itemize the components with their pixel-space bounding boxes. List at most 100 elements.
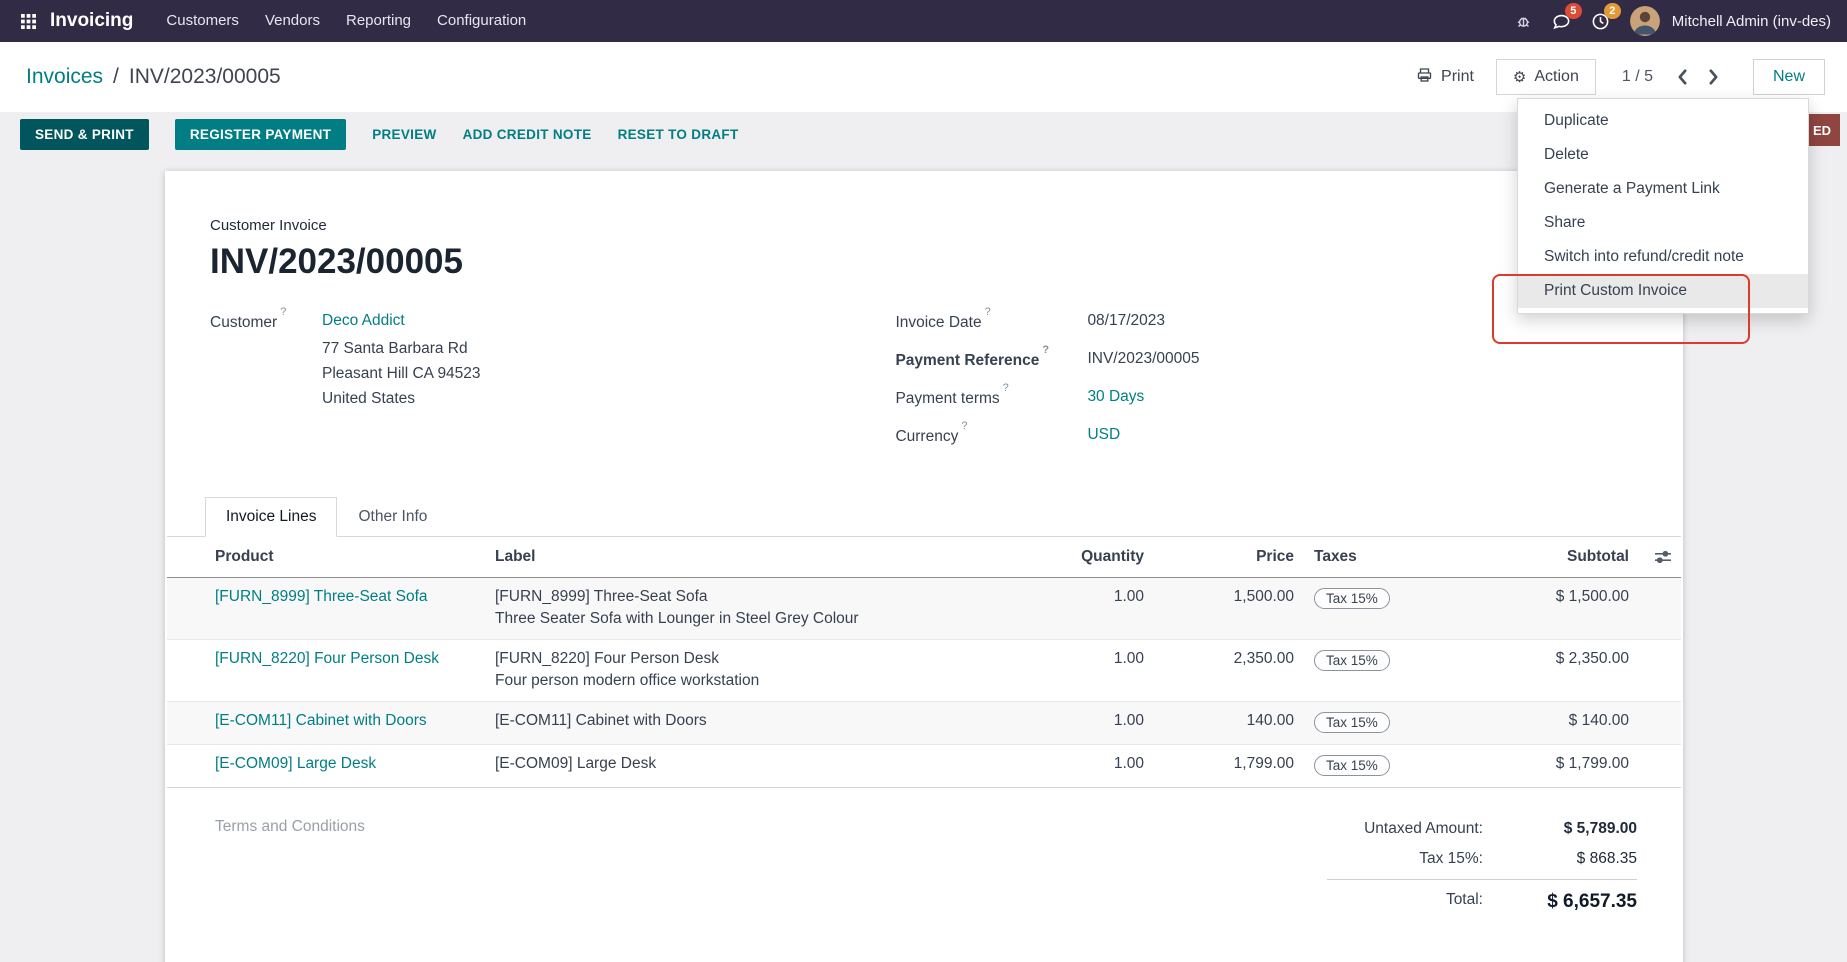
- untaxed-amount-value: $ 5,789.00: [1497, 820, 1637, 838]
- currency-value[interactable]: USD: [1087, 426, 1120, 446]
- chevron-left-icon[interactable]: [1675, 67, 1690, 87]
- menu-item-generate-payment-link[interactable]: Generate a Payment Link: [1518, 172, 1808, 206]
- terms-and-conditions-placeholder[interactable]: Terms and Conditions: [215, 814, 365, 919]
- totals-block: Untaxed Amount: $ 5,789.00 Tax 15%: $ 86…: [1327, 814, 1637, 919]
- header-product[interactable]: Product: [167, 537, 485, 578]
- print-button[interactable]: Print: [1416, 67, 1474, 88]
- user-avatar[interactable]: [1630, 6, 1660, 36]
- gear-icon: ⚙: [1513, 70, 1526, 85]
- total-row: Total: $ 6,657.35: [1327, 879, 1637, 919]
- tax-tag: Tax 15%: [1314, 755, 1390, 776]
- header-label[interactable]: Label: [485, 537, 1044, 578]
- line-description: Three Seater Sofa with Lounger in Steel …: [495, 610, 1034, 628]
- invoice-date-value: 08/17/2023: [1087, 312, 1165, 332]
- menu-item-switch-refund-credit-note[interactable]: Switch into refund/credit note: [1518, 240, 1808, 274]
- help-icon: ?: [985, 306, 991, 318]
- help-icon: ?: [1003, 382, 1009, 394]
- address-line: Pleasant Hill CA 94523: [322, 362, 481, 387]
- header-taxes[interactable]: Taxes: [1304, 537, 1454, 578]
- line-quantity: 1.00: [1044, 744, 1154, 787]
- app-title[interactable]: Invoicing: [50, 10, 133, 32]
- help-icon: ?: [961, 420, 967, 432]
- invoice-lines-table: Product Label Quantity Price Taxes Subto…: [167, 537, 1681, 788]
- product-link[interactable]: [E-COM09] Large Desk: [215, 755, 376, 772]
- nav-menu-customers[interactable]: Customers: [153, 0, 252, 42]
- nav-menu-vendors[interactable]: Vendors: [252, 0, 333, 42]
- status-badge-posted-fragment[interactable]: ED: [1804, 114, 1840, 146]
- payment-reference-row: Payment Reference? INV/2023/00005: [895, 350, 1638, 370]
- invoice-date-row: Invoice Date? 08/17/2023: [895, 312, 1638, 332]
- line-price: 140.00: [1154, 701, 1304, 744]
- menu-item-delete[interactable]: Delete: [1518, 138, 1808, 172]
- new-button[interactable]: New: [1753, 59, 1825, 95]
- action-button[interactable]: ⚙ Action: [1496, 59, 1596, 95]
- debug-bug-icon[interactable]: [1515, 13, 1532, 30]
- line-subtotal: $ 1,500.00: [1454, 577, 1639, 639]
- breadcrumb: Invoices / INV/2023/00005: [26, 65, 281, 89]
- address-line: 77 Santa Barbara Rd: [322, 337, 481, 362]
- tab-other-info[interactable]: Other Info: [337, 497, 448, 537]
- add-credit-note-button[interactable]: ADD CREDIT NOTE: [463, 127, 592, 142]
- activities-count-badge: 2: [1604, 3, 1621, 19]
- chevron-right-icon[interactable]: [1706, 67, 1721, 87]
- line-quantity: 1.00: [1044, 577, 1154, 639]
- tab-invoice-lines[interactable]: Invoice Lines: [205, 497, 337, 537]
- invoice-sheet: Customer Invoice INV/2023/00005 Customer…: [165, 171, 1683, 962]
- product-link[interactable]: [FURN_8220] Four Person Desk: [215, 650, 439, 667]
- payment-terms-row: Payment terms? 30 Days: [895, 388, 1638, 408]
- top-navbar: Invoicing Customers Vendors Reporting Co…: [0, 0, 1847, 42]
- notebook-tabs: Invoice Lines Other Info: [167, 497, 1681, 537]
- line-label: [FURN_8220] Four Person Desk: [495, 650, 1034, 668]
- activities-clock-icon[interactable]: 2: [1591, 12, 1610, 31]
- user-menu[interactable]: Mitchell Admin (inv-des): [1672, 13, 1831, 30]
- messages-count-badge: 5: [1565, 3, 1582, 19]
- line-description: Four person modern office workstation: [495, 672, 1034, 690]
- record-pager[interactable]: 1 / 5: [1622, 68, 1653, 86]
- tax-tag: Tax 15%: [1314, 650, 1390, 671]
- untaxed-amount-label: Untaxed Amount:: [1327, 820, 1497, 838]
- nav-menu-configuration[interactable]: Configuration: [424, 0, 539, 42]
- help-icon: ?: [280, 306, 286, 318]
- address-line: United States: [322, 387, 481, 412]
- product-link[interactable]: [E-COM11] Cabinet with Doors: [215, 712, 427, 729]
- line-subtotal: $ 2,350.00: [1454, 639, 1639, 701]
- tax-row: Tax 15%: $ 868.35: [1327, 844, 1637, 874]
- line-price: 2,350.00: [1154, 639, 1304, 701]
- header-price[interactable]: Price: [1154, 537, 1304, 578]
- preview-button[interactable]: PREVIEW: [372, 127, 436, 142]
- payment-terms-value[interactable]: 30 Days: [1087, 388, 1144, 408]
- customer-link[interactable]: Deco Addict: [322, 312, 405, 329]
- column-options-icon[interactable]: [1649, 550, 1671, 564]
- table-row[interactable]: [FURN_8220] Four Person Desk [FURN_8220]…: [167, 639, 1681, 701]
- menu-item-duplicate[interactable]: Duplicate: [1518, 104, 1808, 138]
- product-link[interactable]: [FURN_8999] Three-Seat Sofa: [215, 588, 428, 605]
- breadcrumb-current: INV/2023/00005: [129, 65, 281, 89]
- nav-menu-reporting[interactable]: Reporting: [333, 0, 424, 42]
- table-row[interactable]: [E-COM11] Cabinet with Doors [E-COM11] C…: [167, 701, 1681, 744]
- header-subtotal[interactable]: Subtotal: [1454, 537, 1639, 578]
- header-quantity[interactable]: Quantity: [1044, 537, 1154, 578]
- payment-reference-value: INV/2023/00005: [1087, 350, 1199, 370]
- send-print-button[interactable]: SEND & PRINT: [20, 119, 149, 150]
- messages-icon[interactable]: 5: [1552, 12, 1571, 31]
- breadcrumb-invoices-link[interactable]: Invoices: [26, 65, 103, 89]
- help-icon: ?: [1042, 344, 1049, 356]
- menu-item-share[interactable]: Share: [1518, 206, 1808, 240]
- line-subtotal: $ 140.00: [1454, 701, 1639, 744]
- total-value: $ 6,657.35: [1497, 891, 1637, 913]
- line-price: 1,500.00: [1154, 577, 1304, 639]
- table-row[interactable]: [E-COM09] Large Desk [E-COM09] Large Des…: [167, 744, 1681, 787]
- tax-value: $ 868.35: [1497, 850, 1637, 868]
- register-payment-button[interactable]: REGISTER PAYMENT: [175, 119, 346, 150]
- print-icon: [1416, 67, 1433, 88]
- tax-label: Tax 15%:: [1327, 850, 1497, 868]
- table-row[interactable]: [FURN_8999] Three-Seat Sofa [FURN_8999] …: [167, 577, 1681, 639]
- menu-item-print-custom-invoice[interactable]: Print Custom Invoice: [1518, 274, 1808, 308]
- apps-grid-icon[interactable]: [12, 5, 44, 37]
- payment-reference-label: Payment Reference?: [895, 350, 1087, 370]
- document-type-label: Customer Invoice: [210, 217, 1638, 234]
- reset-to-draft-button[interactable]: RESET TO DRAFT: [618, 127, 739, 142]
- breadcrumb-separator: /: [113, 65, 119, 89]
- tax-tag: Tax 15%: [1314, 712, 1390, 733]
- payment-terms-label: Payment terms?: [895, 388, 1087, 408]
